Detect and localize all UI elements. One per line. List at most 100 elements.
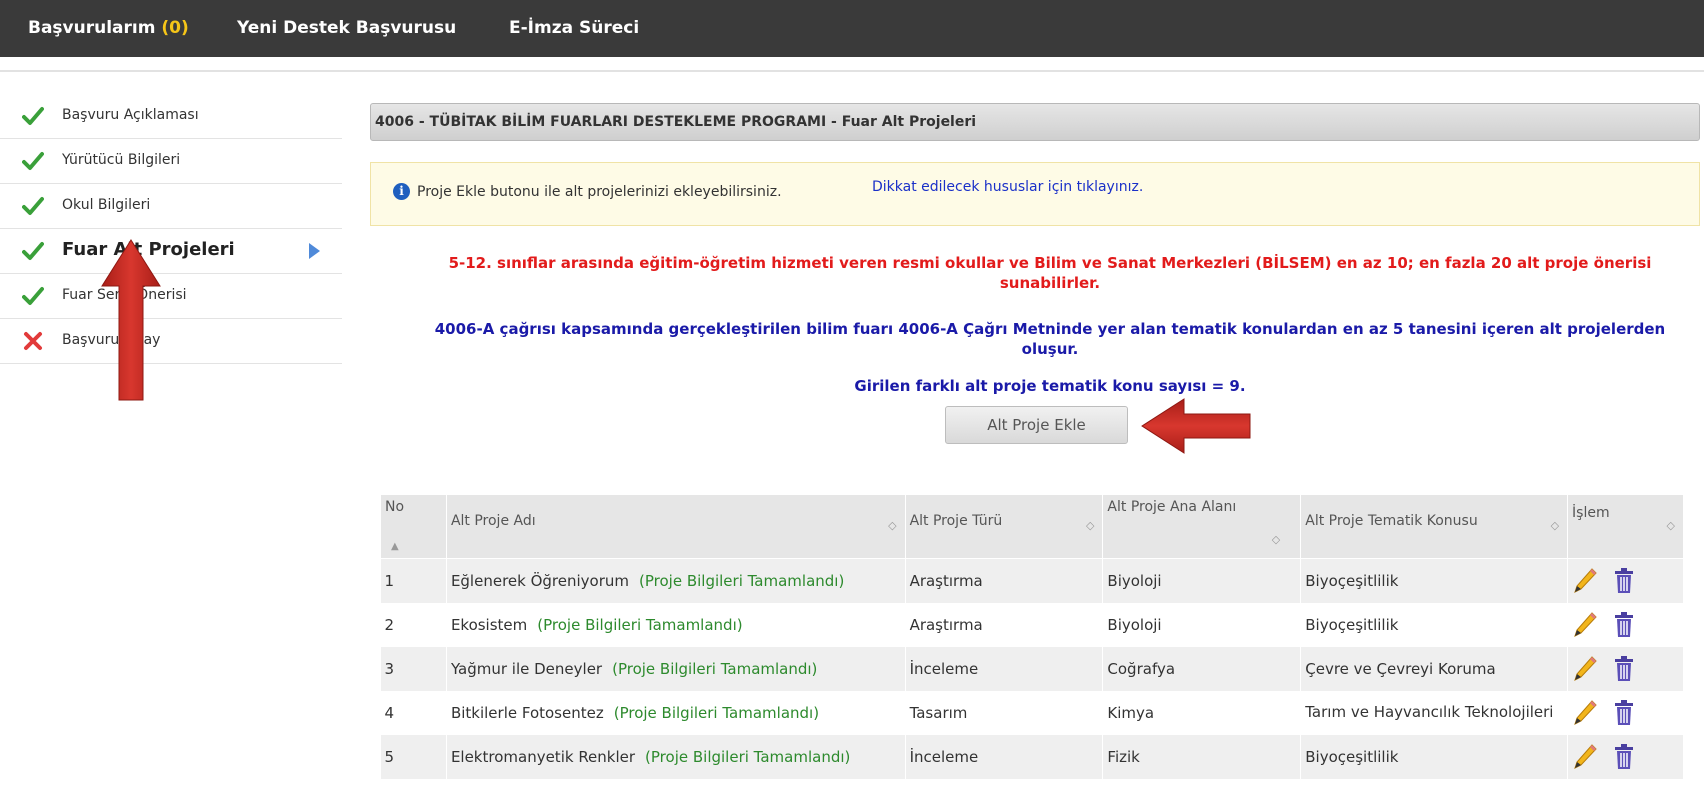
cell-actions	[1567, 734, 1684, 779]
top-nav: Başvurularım (0) Yeni Destek Başvurusu E…	[0, 0, 1704, 57]
check-icon	[22, 107, 44, 125]
cell-no: 5	[380, 734, 447, 779]
cell-theme: Biyoçeşitlilik	[1300, 558, 1569, 603]
cell-no: 2	[380, 602, 447, 647]
status-text: (Proje Bilgileri Tamamlandı)	[613, 703, 820, 722]
col-header-theme[interactable]: Alt Proje Tematik Konusu ◇	[1300, 494, 1569, 559]
pencil-icon[interactable]	[1572, 655, 1598, 683]
sort-icon: ◇	[888, 519, 897, 532]
subproject-name: Ekosistem	[450, 615, 528, 634]
nav-divider	[0, 70, 1704, 72]
trash-icon[interactable]	[1613, 611, 1635, 639]
pencil-icon[interactable]	[1572, 611, 1598, 639]
col-header-field[interactable]: Alt Proje Ana Alanı ◇	[1102, 494, 1302, 559]
cell-theme: Biyoçeşitlilik	[1300, 602, 1569, 647]
header-label: Alt Proje Türü	[909, 513, 1003, 529]
panel-title-bar: 4006 - TÜBİTAK BİLİM FUARLARI DESTEKLEME…	[370, 103, 1700, 141]
pencil-icon[interactable]	[1572, 567, 1598, 595]
sidebar-item-application-approval[interactable]: Başvuru Onay	[0, 319, 342, 364]
nav-esign[interactable]: E-İmza Süreci	[509, 18, 639, 38]
trash-icon[interactable]	[1613, 699, 1635, 727]
cell-type: Araştırma	[905, 602, 1104, 647]
nav-new-support[interactable]: Yeni Destek Başvurusu	[237, 18, 456, 38]
cell-type: İnceleme	[905, 646, 1104, 691]
sidebar-item-executor-info[interactable]: Yürütücü Bilgileri	[0, 139, 342, 184]
subproject-name: Eğlenerek Öğreniyorum	[450, 571, 629, 590]
trash-icon[interactable]	[1613, 743, 1635, 771]
table-row: 3 Yağmur ile Deneyler (Proje Bilgileri Ta…	[380, 646, 1684, 691]
check-icon	[22, 287, 44, 305]
sort-icon: ◇	[1085, 519, 1095, 532]
cell-field: Biyoloji	[1102, 558, 1302, 603]
add-subproject-button[interactable]: Alt Proje Ekle	[945, 406, 1128, 444]
cell-type: İnceleme	[905, 734, 1104, 779]
subproject-name: Yağmur ile Deneyler	[450, 659, 603, 678]
cell-actions	[1567, 558, 1684, 603]
pencil-icon[interactable]	[1572, 743, 1598, 771]
status-text: (Proje Bilgileri Tamamlandı)	[612, 659, 818, 678]
col-header-type[interactable]: Alt Proje Türü ◇	[904, 494, 1104, 559]
cell-name: Elektromanyetik Renkler (Proje Bilgileri …	[446, 734, 906, 779]
cell-name: Ekosistem (Proje Bilgileri Tamamlandı)	[446, 602, 906, 647]
guidelines-link[interactable]: Dikkat edilecek hususlar için tıklayınız…	[872, 179, 1143, 195]
sidebar-item-school-info[interactable]: Okul Bilgileri	[0, 184, 342, 229]
status-text: (Proje Bilgileri Tamamlandı)	[537, 615, 743, 634]
table-row: 4 Bitkilerle Fotosentez (Proje Bilgileri …	[380, 690, 1684, 735]
cell-field: Kimya	[1102, 690, 1302, 735]
pencil-icon[interactable]	[1572, 699, 1598, 727]
cell-type: Araştırma	[905, 558, 1104, 603]
check-icon	[22, 242, 44, 260]
sidebar-item-label: Okul Bilgileri	[62, 197, 151, 213]
sidebar-item-fair-exhibit-proposal[interactable]: Fuar Sergi Önerisi	[0, 274, 342, 319]
table-header-row: No ▲ Alt Proje Adı ◇ Alt Proje Türü ◇ Alt P…	[380, 494, 1684, 559]
col-header-name[interactable]: Alt Proje Adı ◇	[445, 494, 906, 559]
nav-applications[interactable]: Başvurularım (0)	[28, 18, 189, 38]
trash-icon[interactable]	[1613, 655, 1635, 683]
subprojects-table: No ▲ Alt Proje Adı ◇ Alt Proje Türü ◇ Alt P…	[380, 494, 1684, 779]
cell-field: Coğrafya	[1102, 646, 1302, 691]
cell-actions	[1567, 690, 1684, 735]
blue-msg-line2: oluşur.	[1021, 340, 1079, 358]
red-msg-line1: 5-12. sınıflar arasında eğitim-öğretim h…	[448, 254, 1652, 272]
blue-msg-line1: 4006-A çağrısı kapsamında gerçekleştiril…	[434, 320, 1666, 338]
table-row: 1 Eğlenerek Öğreniyorum (Proje Bilgileri …	[380, 558, 1684, 603]
header-label: No	[385, 499, 405, 515]
cell-no: 1	[380, 558, 447, 603]
info-text: Proje Ekle butonu ile alt projelerinizi …	[417, 184, 782, 200]
cell-name: Yağmur ile Deneyler (Proje Bilgileri Tama…	[446, 646, 906, 691]
cell-theme: Çevre ve Çevreyi Koruma	[1300, 646, 1569, 691]
sort-icon: ◇	[1550, 519, 1560, 532]
sidebar: Başvuru Açıklaması Yürütücü Bilgileri Ok…	[0, 94, 342, 364]
header-label: Alt Proje Ana Alanı	[1107, 499, 1237, 515]
info-box: i Proje Ekle butonu ile alt projeleriniz…	[370, 162, 1700, 226]
callout-arrow-left-icon	[1141, 398, 1251, 454]
check-icon	[22, 197, 44, 215]
cell-theme: Biyoçeşitlilik	[1300, 734, 1569, 779]
cell-no: 3	[380, 646, 447, 691]
cell-field: Fizik	[1102, 734, 1302, 779]
cell-actions	[1567, 602, 1684, 647]
cell-no: 4	[380, 690, 447, 735]
theme-count-message: Girilen farklı alt proje tematik konu sa…	[854, 377, 1246, 395]
status-text: (Proje Bilgileri Tamamlandı)	[639, 571, 845, 590]
requirement-message-red: 5-12. sınıflar arasında eğitim-öğretim h…	[400, 253, 1700, 293]
sidebar-item-fair-subprojects[interactable]: Fuar Alt Projeleri	[0, 229, 342, 274]
sort-icon: ◇	[1271, 533, 1281, 546]
status-text: (Proje Bilgileri Tamamlandı)	[645, 747, 851, 766]
table-row: 2 Ekosistem (Proje Bilgileri Tamamlandı) …	[380, 602, 1684, 647]
red-msg-line2: sunabilirler.	[999, 274, 1101, 292]
sidebar-item-label: Başvuru Açıklaması	[62, 107, 199, 123]
check-icon	[22, 152, 44, 170]
info-icon: i	[393, 183, 410, 200]
sidebar-item-application-description[interactable]: Başvuru Açıklaması	[0, 94, 342, 139]
table-row: 5 Elektromanyetik Renkler (Proje Bilgiler…	[380, 734, 1684, 779]
nav-applications-count: (0)	[161, 18, 189, 38]
subproject-name: Bitkilerle Fotosentez	[450, 703, 604, 722]
header-label: İşlem	[1572, 505, 1610, 521]
trash-icon[interactable]	[1613, 567, 1635, 595]
col-header-action[interactable]: İşlem ◇	[1567, 494, 1684, 559]
col-header-no[interactable]: No ▲	[380, 494, 447, 559]
subproject-name: Elektromanyetik Renkler	[450, 747, 636, 766]
sort-icon: ◇	[1666, 519, 1675, 532]
header-label: Alt Proje Tematik Konusu	[1305, 513, 1478, 529]
